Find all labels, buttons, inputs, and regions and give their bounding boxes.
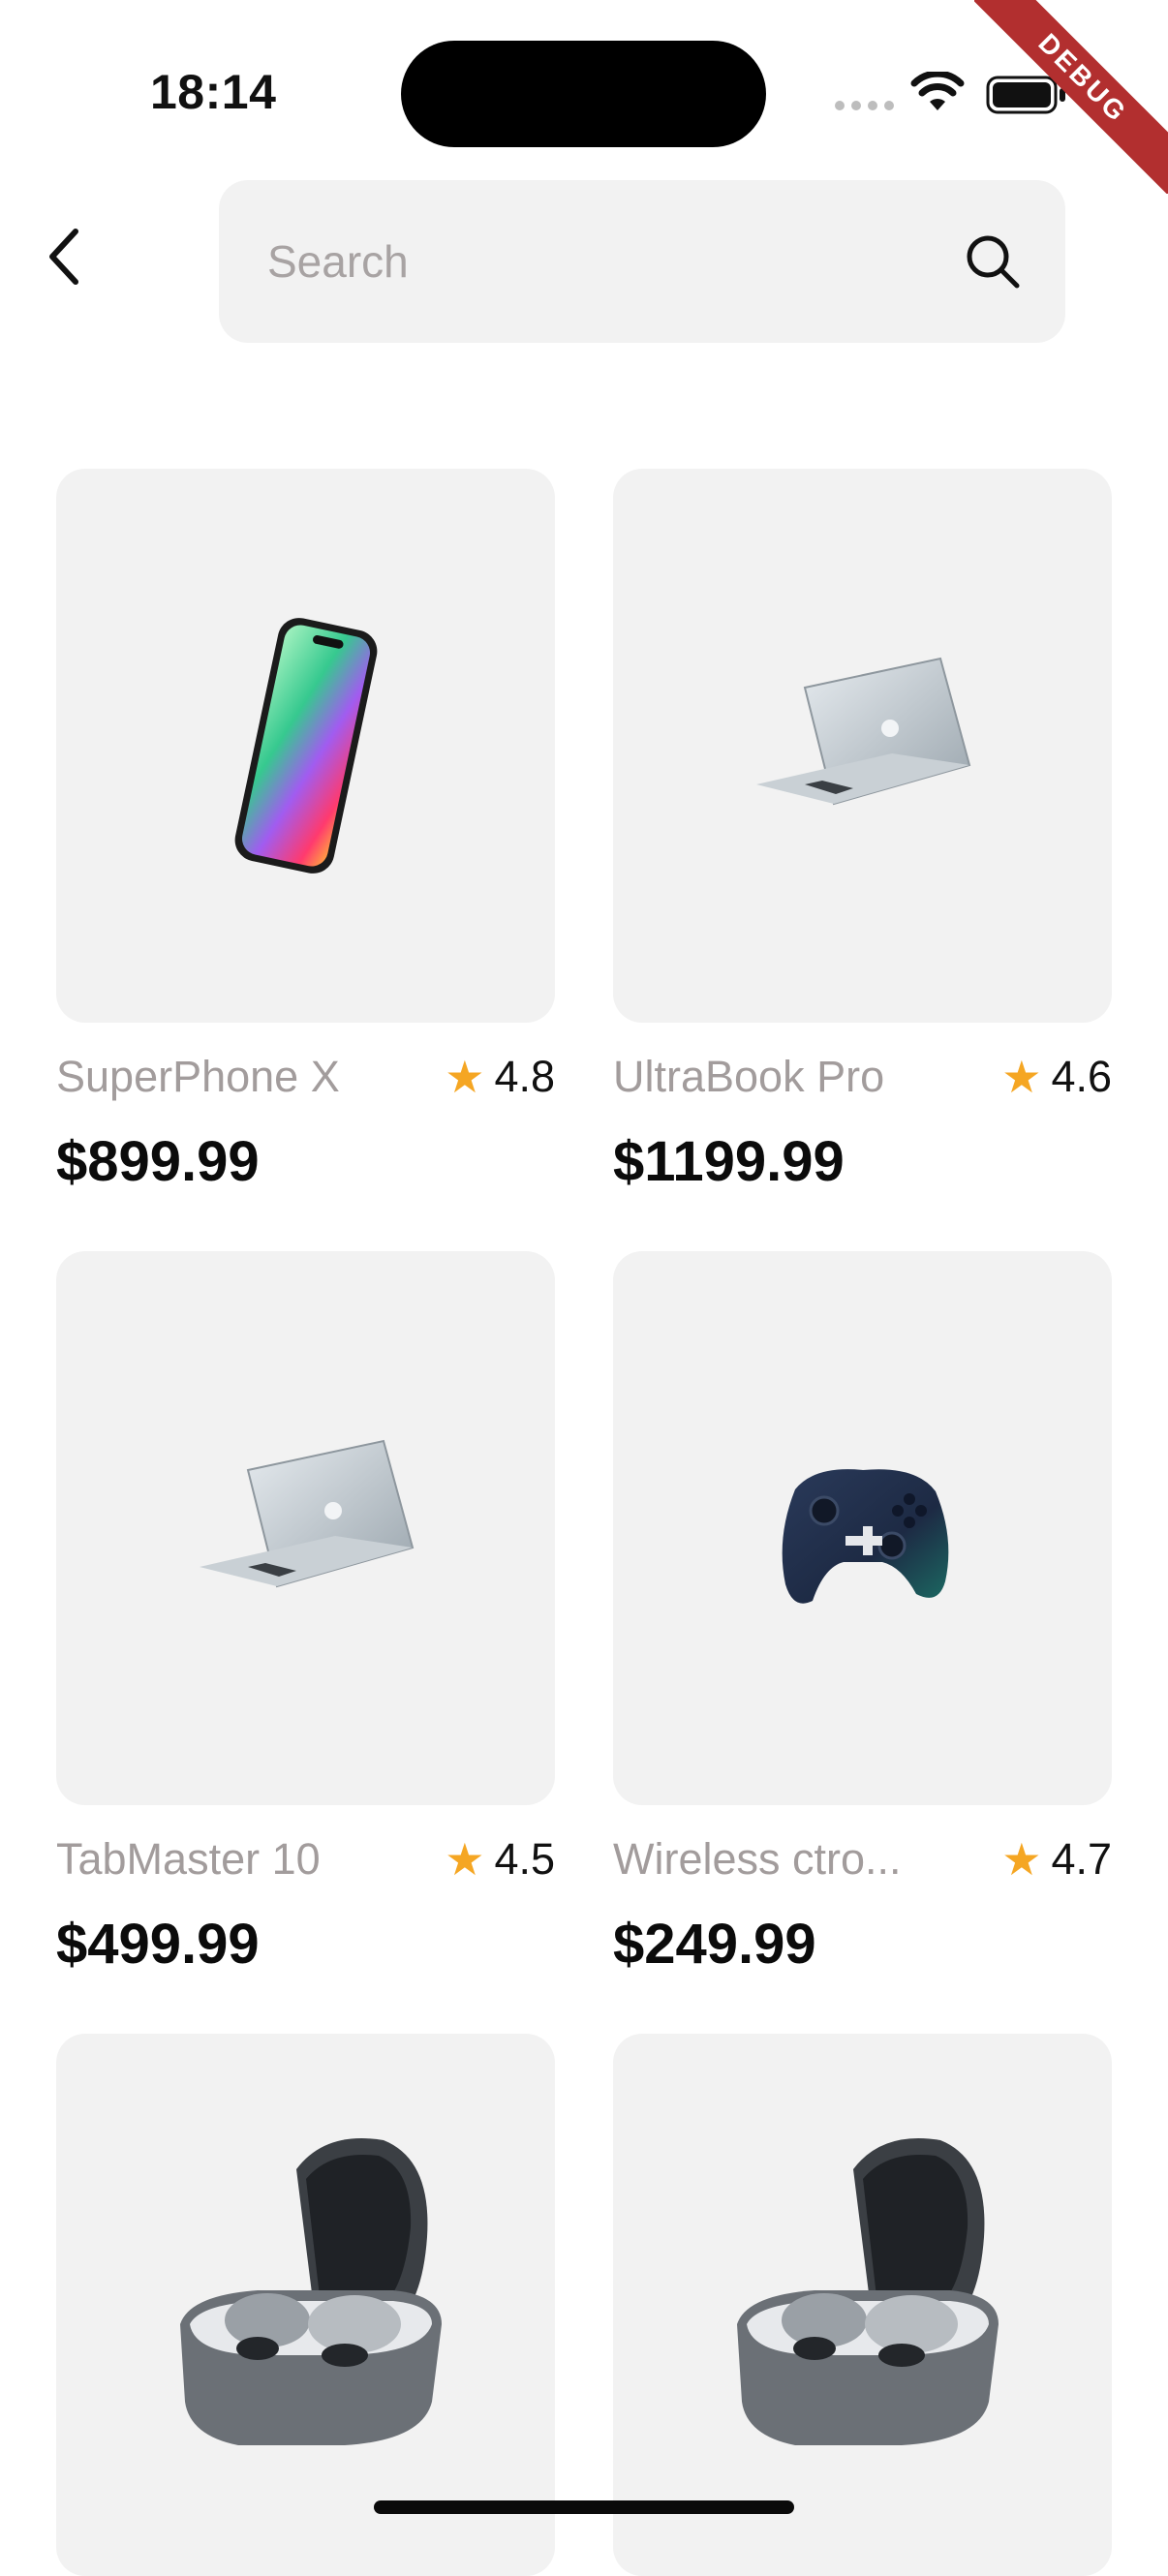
phone-image xyxy=(234,618,377,874)
back-arrow-icon xyxy=(49,229,78,285)
laptop-image xyxy=(755,657,970,806)
search-input[interactable] xyxy=(265,234,963,289)
controller-image xyxy=(782,1469,948,1604)
earbuds-image xyxy=(736,2138,999,2445)
product-price: $1199.99 xyxy=(613,1130,845,1193)
product-card[interactable]: Wireless ctro... ★ 4.7 $249.99 xyxy=(613,1251,1112,1977)
search-icon[interactable] xyxy=(963,231,1023,291)
product-image[interactable] xyxy=(613,1251,1112,1805)
wifi-icon xyxy=(910,72,965,110)
product-rating: ★ 4.8 xyxy=(445,1051,555,1103)
product-card[interactable] xyxy=(56,2034,555,2576)
rating-value: 4.8 xyxy=(494,1052,555,1101)
product-name: UltraBook Pro xyxy=(613,1052,885,1101)
product-image[interactable] xyxy=(56,1251,555,1805)
product-price: $499.99 xyxy=(56,1913,260,1976)
product-card[interactable] xyxy=(613,2034,1112,2576)
search-bar[interactable] xyxy=(219,180,1065,343)
star-icon: ★ xyxy=(1001,1834,1042,1885)
signal-icon xyxy=(835,101,894,110)
star-icon: ★ xyxy=(1001,1052,1042,1102)
product-name: Wireless ctro... xyxy=(613,1834,902,1884)
product-name: TabMaster 10 xyxy=(56,1834,321,1884)
product-image[interactable] xyxy=(56,469,555,1023)
earbuds-image xyxy=(179,2138,442,2445)
product-price: $899.99 xyxy=(56,1130,260,1193)
laptop-image xyxy=(199,1439,414,1588)
product-image[interactable] xyxy=(613,469,1112,1023)
product-card[interactable]: SuperPhone X ★ 4.8 $899.99 xyxy=(56,469,555,1194)
product-price: $249.99 xyxy=(613,1913,816,1976)
product-name: SuperPhone X xyxy=(56,1052,340,1101)
star-icon: ★ xyxy=(445,1052,485,1102)
product-rating: ★ 4.7 xyxy=(1001,1833,1112,1886)
product-image[interactable] xyxy=(56,2034,555,2576)
back-button[interactable] xyxy=(35,223,93,291)
rating-value: 4.6 xyxy=(1051,1052,1112,1101)
battery-icon xyxy=(986,76,1065,114)
product-card[interactable]: UltraBook Pro ★ 4.6 $1199.99 xyxy=(613,469,1112,1194)
dynamic-island xyxy=(401,41,766,147)
home-indicator[interactable] xyxy=(374,2500,794,2514)
star-icon: ★ xyxy=(445,1834,485,1885)
rating-value: 4.5 xyxy=(494,1834,555,1884)
product-image[interactable] xyxy=(613,2034,1112,2576)
product-rating: ★ 4.6 xyxy=(1001,1051,1112,1103)
status-time: 18:14 xyxy=(150,65,277,119)
product-rating: ★ 4.5 xyxy=(445,1833,555,1886)
product-card[interactable]: TabMaster 10 ★ 4.5 $499.99 xyxy=(56,1251,555,1977)
rating-value: 4.7 xyxy=(1051,1834,1112,1884)
